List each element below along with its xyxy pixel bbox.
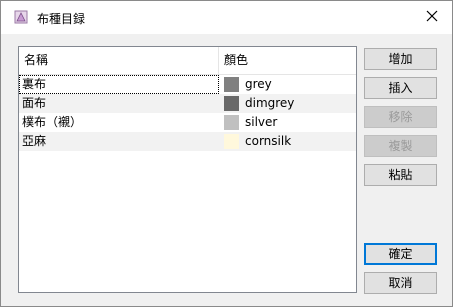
paste-button[interactable]: 粘貼 (364, 164, 437, 186)
row-name: 樸布（襯） (22, 115, 83, 129)
copy-button[interactable]: 複製 (364, 135, 437, 157)
cancel-button[interactable]: 取消 (364, 272, 437, 294)
column-header-color[interactable]: 顏色 (219, 47, 356, 74)
color-swatch (224, 134, 239, 149)
dialog-window: 布種目録 名稱 顏色 裏布 grey 面布 dimgrey 樸布（襯） silv… (0, 0, 453, 307)
color-swatch (224, 115, 239, 130)
ok-button[interactable]: 確定 (364, 243, 437, 265)
row-color-name: silver (245, 115, 278, 129)
row-color-name: cornsilk (245, 134, 292, 148)
row-name: 面布 (22, 96, 47, 110)
close-button[interactable] (418, 3, 446, 31)
color-swatch (224, 96, 239, 111)
row-name: 亞麻 (22, 134, 47, 148)
window-title: 布種目録 (37, 12, 86, 26)
list-row[interactable]: 樸布（襯） silver (19, 113, 356, 132)
list-header: 名稱 顏色 (19, 47, 356, 75)
list-row[interactable]: 面布 dimgrey (19, 94, 356, 113)
fabric-list[interactable]: 名稱 顏色 裏布 grey 面布 dimgrey 樸布（襯） silver 亞麻… (18, 46, 357, 293)
add-button[interactable]: 增加 (364, 48, 437, 70)
list-row[interactable]: 亞麻 cornsilk (19, 132, 356, 151)
app-icon (13, 9, 29, 25)
row-color-name: grey (245, 77, 272, 91)
list-row[interactable]: 裏布 grey (19, 75, 356, 94)
remove-button[interactable]: 移除 (364, 106, 437, 128)
title-bar: 布種目録 (1, 1, 452, 34)
close-icon (426, 10, 438, 25)
color-swatch (224, 77, 239, 92)
insert-button[interactable]: 插入 (364, 77, 437, 99)
row-color-name: dimgrey (245, 96, 295, 110)
row-name: 裏布 (19, 75, 219, 94)
column-header-name[interactable]: 名稱 (19, 47, 219, 74)
